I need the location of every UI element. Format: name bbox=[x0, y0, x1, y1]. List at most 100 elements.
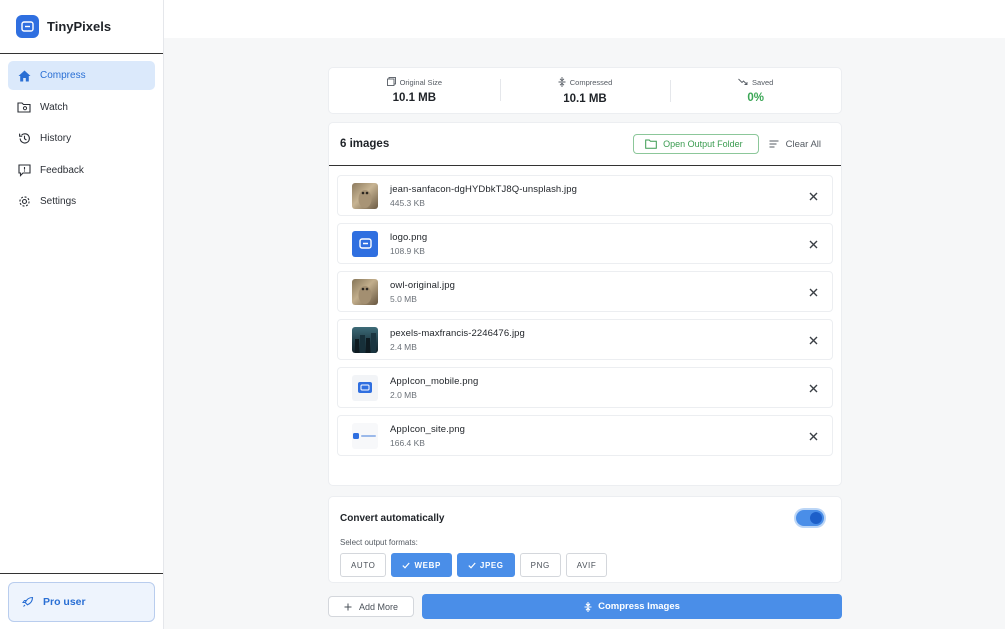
images-header: 6 images Open Output Folder Clear All bbox=[329, 123, 841, 166]
gear-icon bbox=[17, 195, 31, 209]
file-name: AppIcon_site.png bbox=[390, 423, 466, 435]
format-label: WEBP bbox=[414, 560, 441, 570]
close-icon bbox=[809, 384, 817, 392]
clear-all-button[interactable]: Clear All bbox=[768, 139, 830, 150]
folder-watch-icon bbox=[17, 100, 31, 114]
remove-file-button[interactable] bbox=[806, 381, 820, 395]
add-more-button[interactable]: Add More bbox=[328, 596, 414, 617]
format-jpeg-button[interactable]: JPEG bbox=[456, 553, 515, 577]
sidebar-footer: Pro user bbox=[0, 573, 163, 629]
sidebar-item-compress[interactable]: Compress bbox=[8, 61, 155, 90]
home-icon bbox=[17, 69, 31, 83]
file-name: logo.png bbox=[390, 231, 428, 243]
sidebar-item-feedback[interactable]: Feedback bbox=[8, 156, 155, 185]
list-item: logo.png 108.9 KB bbox=[337, 223, 833, 264]
stats-card: Original Size 10.1 MB Compressed 10.1 MB… bbox=[328, 67, 842, 114]
stat-label: Original Size bbox=[399, 78, 443, 87]
file-size: 108.9 KB bbox=[390, 245, 425, 256]
open-output-folder-label: Open Output Folder bbox=[663, 139, 743, 149]
top-bar bbox=[164, 0, 1005, 38]
sidebar-item-settings[interactable]: Settings bbox=[8, 187, 155, 216]
stat-label: Compressed bbox=[569, 78, 613, 87]
site-icon-thumbnail bbox=[352, 422, 378, 449]
stat-value: 10.1 MB bbox=[392, 92, 437, 104]
compress-images-label: Compress Images bbox=[598, 601, 680, 612]
check-icon bbox=[468, 562, 476, 569]
stat-original-size: Original Size 10.1 MB bbox=[329, 77, 500, 104]
stat-saved: Saved 0% bbox=[670, 78, 841, 104]
images-count: 6 images bbox=[340, 138, 390, 150]
sidebar-item-history[interactable]: History bbox=[8, 124, 155, 153]
stat-value: 0% bbox=[747, 91, 764, 104]
file-size: 166.4 KB bbox=[390, 437, 425, 448]
brand: TinyPixels bbox=[0, 0, 163, 54]
sidebar-item-label: History bbox=[40, 133, 72, 144]
sidebar-item-label: Settings bbox=[40, 196, 77, 207]
history-icon bbox=[17, 132, 31, 146]
list-item: pexels-maxfrancis-2246476.jpg 2.4 MB bbox=[337, 319, 833, 360]
list-item: AppIcon_site.png 166.4 KB bbox=[337, 415, 833, 456]
pro-user-button[interactable]: Pro user bbox=[8, 582, 155, 622]
file-name: AppIcon_mobile.png bbox=[390, 375, 479, 387]
close-icon bbox=[809, 432, 817, 440]
close-icon bbox=[809, 336, 817, 344]
convert-toggle[interactable] bbox=[796, 510, 824, 526]
trend-down-icon bbox=[738, 78, 748, 88]
open-output-folder-button[interactable]: Open Output Folder bbox=[633, 134, 759, 154]
toggle-knob bbox=[810, 512, 822, 524]
file-size: 5.0 MB bbox=[390, 293, 417, 304]
remove-file-button[interactable] bbox=[806, 285, 820, 299]
sidebar-item-watch[interactable]: Watch bbox=[8, 93, 155, 122]
file-size: 2.0 MB bbox=[390, 389, 417, 400]
mobile-icon-thumbnail bbox=[352, 374, 378, 401]
sidebar: TinyPixels Compress Watch History Feedba… bbox=[0, 0, 164, 629]
sidebar-item-label: Watch bbox=[40, 101, 68, 113]
stat-compressed: Compressed 10.1 MB bbox=[499, 76, 671, 105]
file-name: owl-original.jpg bbox=[390, 279, 455, 291]
plus-icon bbox=[344, 603, 352, 611]
compress-arrows-icon bbox=[584, 601, 592, 612]
close-icon bbox=[809, 192, 817, 200]
stat-value: 10.1 MB bbox=[563, 92, 607, 105]
format-label: AUTO bbox=[351, 560, 376, 570]
add-more-label: Add More bbox=[358, 601, 399, 612]
close-icon bbox=[809, 240, 817, 248]
app-name: TinyPixels bbox=[47, 19, 112, 34]
clear-list-icon bbox=[769, 140, 779, 148]
app-logo-icon bbox=[16, 15, 39, 38]
remove-file-button[interactable] bbox=[806, 237, 820, 251]
file-size: 2.4 MB bbox=[390, 341, 417, 352]
main-content: Original Size 10.1 MB Compressed 10.1 MB… bbox=[328, 67, 842, 583]
format-label: AVIF bbox=[576, 560, 597, 570]
sidebar-nav: Compress Watch History Feedback Settings bbox=[0, 54, 163, 226]
format-options: AUTO WEBP JPEG PNG AVIF bbox=[340, 553, 608, 577]
sidebar-item-label: Compress bbox=[40, 70, 86, 81]
convert-title: Convert automatically bbox=[340, 513, 445, 524]
compress-arrows-icon bbox=[558, 76, 566, 89]
formats-label: Select output formats: bbox=[340, 538, 418, 547]
owl-thumbnail bbox=[352, 182, 378, 209]
close-icon bbox=[809, 288, 817, 296]
stat-label: Saved bbox=[752, 78, 774, 87]
city-thumbnail bbox=[352, 326, 378, 353]
file-name: pexels-maxfrancis-2246476.jpg bbox=[390, 327, 525, 339]
clear-all-label: Clear All bbox=[785, 138, 821, 150]
compress-images-button[interactable]: Compress Images bbox=[422, 594, 842, 619]
list-item: jean-sanfacon-dgHYDbkTJ8Q-unsplash.jpg 4… bbox=[337, 175, 833, 216]
images-card: 6 images Open Output Folder Clear All je… bbox=[328, 122, 842, 486]
file-name: jean-sanfacon-dgHYDbkTJ8Q-unsplash.jpg bbox=[390, 183, 578, 195]
format-label: PNG bbox=[530, 560, 550, 570]
format-png-button[interactable]: PNG bbox=[519, 553, 561, 577]
remove-file-button[interactable] bbox=[806, 429, 820, 443]
list-item: owl-original.jpg 5.0 MB bbox=[337, 271, 833, 312]
convert-card: Convert automatically Select output form… bbox=[328, 496, 842, 583]
remove-file-button[interactable] bbox=[806, 189, 820, 203]
format-avif-button[interactable]: AVIF bbox=[565, 553, 608, 577]
format-webp-button[interactable]: WEBP bbox=[391, 553, 452, 577]
remove-file-button[interactable] bbox=[806, 333, 820, 347]
feedback-icon bbox=[17, 163, 31, 177]
check-icon bbox=[402, 562, 411, 569]
folder-icon bbox=[645, 139, 657, 149]
file-list: jean-sanfacon-dgHYDbkTJ8Q-unsplash.jpg 4… bbox=[329, 166, 841, 456]
format-auto-button[interactable]: AUTO bbox=[340, 553, 387, 577]
